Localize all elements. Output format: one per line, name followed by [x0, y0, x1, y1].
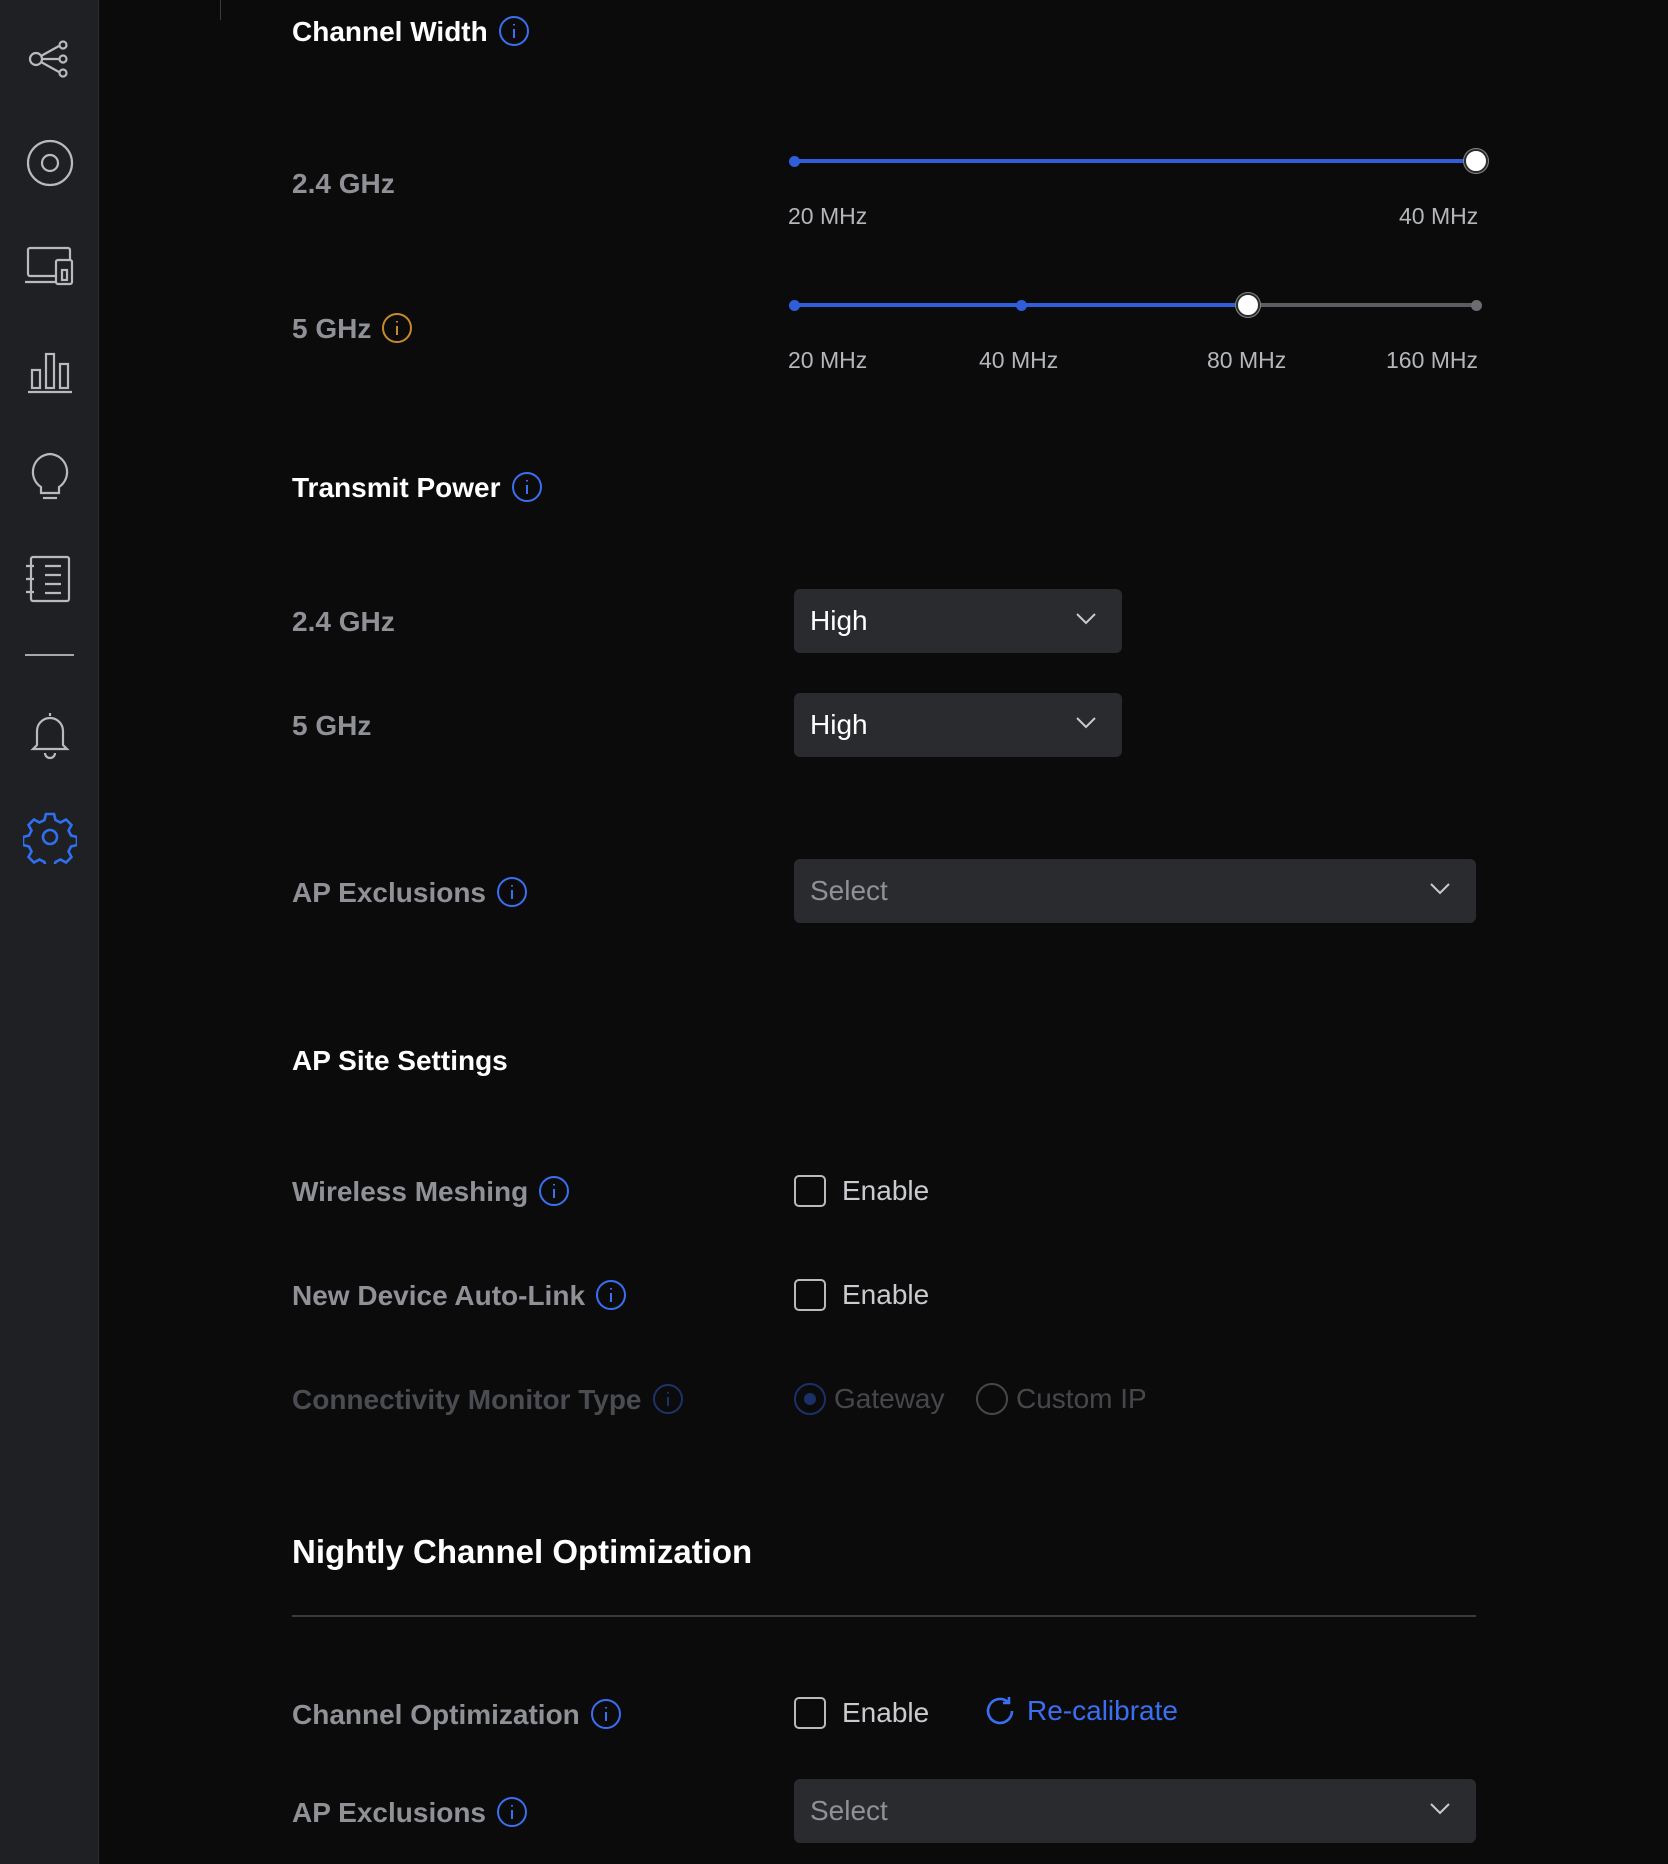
nightly-optimization-title: Nightly Channel Optimization — [292, 1533, 753, 1570]
checkbox-box[interactable] — [794, 1279, 826, 1311]
lightbulb-icon[interactable] — [21, 446, 79, 504]
radio-label: Custom IP — [1016, 1383, 1147, 1414]
bar-chart-icon[interactable] — [21, 342, 79, 400]
bell-icon[interactable] — [21, 705, 79, 763]
topology-icon[interactable] — [21, 30, 79, 88]
channel-width-5-label-text: 5 GHz — [292, 313, 372, 344]
info-icon — [652, 1383, 684, 1415]
section-divider — [292, 1615, 1476, 1617]
tick-label-20: 20 MHz — [788, 347, 868, 373]
ap-exclusions-2-select[interactable]: Select — [794, 1779, 1476, 1843]
devices-icon[interactable] — [21, 238, 79, 296]
transmit-power-title-text: Transmit Power — [292, 472, 501, 503]
chevron-down-icon — [1076, 717, 1096, 729]
tick-label-40: 40 MHz — [1399, 203, 1479, 229]
channel-optimization-label: Channel Optimization — [292, 1698, 622, 1733]
checkbox-label: Enable — [842, 1175, 930, 1206]
channel-width-5-label: 5 GHz — [292, 312, 413, 347]
checkbox-box[interactable] — [794, 1175, 826, 1207]
channel-width-24-label: 2.4 GHz — [292, 168, 395, 199]
slider-thumb[interactable] — [1464, 149, 1488, 173]
info-icon[interactable] — [595, 1279, 627, 1311]
slider-tick — [1470, 299, 1482, 311]
channel-width-title-text: Channel Width — [292, 16, 488, 47]
transmit-power-24-label: 2.4 GHz — [292, 606, 395, 637]
sidebar — [0, 0, 99, 1864]
radio-custom-ip[interactable]: Custom IP — [976, 1383, 1147, 1415]
channel-optimization-label-text: Channel Optimization — [292, 1699, 580, 1730]
info-icon[interactable] — [496, 1796, 528, 1828]
chevron-down-icon — [1430, 883, 1450, 895]
channel-optimization-checkbox[interactable]: Enable — [794, 1697, 929, 1729]
auto-link-label: New Device Auto-Link — [292, 1279, 627, 1314]
select-placeholder: Select — [810, 875, 888, 906]
ap-exclusions-label-text: AP Exclusions — [292, 877, 487, 908]
slider-fill — [794, 159, 1476, 163]
warning-info-icon[interactable] — [381, 312, 413, 344]
wireless-meshing-checkbox[interactable]: Enable — [794, 1175, 929, 1207]
ap-exclusions-label: AP Exclusions — [292, 876, 528, 911]
radio-gateway[interactable]: Gateway — [794, 1383, 945, 1415]
target-icon[interactable] — [21, 134, 79, 192]
select-value: High — [810, 605, 868, 636]
transmit-power-5-label: 5 GHz — [292, 710, 372, 741]
radio-label: Gateway — [834, 1383, 945, 1414]
ap-exclusions-2-label: AP Exclusions — [292, 1796, 528, 1831]
recalibrate-label: Re-calibrate — [1027, 1695, 1178, 1726]
checkbox-label: Enable — [842, 1279, 930, 1310]
slider-tick — [788, 299, 800, 311]
channel-width-title: Channel Width — [292, 15, 530, 50]
auto-link-label-text: New Device Auto-Link — [292, 1280, 586, 1311]
chevron-down-icon — [1076, 613, 1096, 625]
sidebar-divider — [25, 654, 74, 656]
wireless-meshing-label: Wireless Meshing — [292, 1175, 570, 1210]
gear-icon[interactable] — [21, 808, 79, 866]
select-placeholder: Select — [810, 1795, 888, 1826]
transmit-power-title: Transmit Power — [292, 471, 543, 506]
info-icon[interactable] — [496, 876, 528, 908]
info-icon[interactable] — [498, 15, 530, 47]
ap-exclusions-select[interactable]: Select — [794, 859, 1476, 923]
slider-tick — [788, 155, 800, 167]
monitor-type-label-text: Connectivity Monitor Type — [292, 1384, 642, 1415]
slider-tick — [1015, 299, 1027, 311]
checkbox-box[interactable] — [794, 1697, 826, 1729]
tick-label-160: 160 MHz — [1386, 347, 1479, 373]
log-list-icon[interactable] — [21, 550, 79, 608]
transmit-power-5-select[interactable]: High — [794, 693, 1122, 757]
auto-link-checkbox[interactable]: Enable — [794, 1279, 929, 1311]
monitor-type-label: Connectivity Monitor Type — [292, 1383, 684, 1418]
header-divider — [220, 0, 221, 20]
radio-button[interactable] — [976, 1383, 1008, 1415]
tick-label-80: 80 MHz — [1207, 347, 1287, 373]
ap-exclusions-2-label-text: AP Exclusions — [292, 1797, 487, 1828]
info-icon[interactable] — [538, 1175, 570, 1207]
select-value: High — [810, 709, 868, 740]
recalibrate-button[interactable]: Re-calibrate — [983, 1694, 1178, 1728]
info-icon[interactable] — [511, 471, 543, 503]
tick-label-40: 40 MHz — [979, 347, 1059, 373]
refresh-icon — [986, 1697, 1014, 1725]
info-icon[interactable] — [590, 1698, 622, 1730]
tick-label-20: 20 MHz — [788, 203, 868, 229]
slider-thumb[interactable] — [1236, 293, 1260, 317]
transmit-power-24-select[interactable]: High — [794, 589, 1122, 653]
radio-button[interactable] — [794, 1383, 826, 1415]
checkbox-label: Enable — [842, 1697, 930, 1728]
wireless-meshing-label-text: Wireless Meshing — [292, 1176, 529, 1207]
ap-site-settings-title: AP Site Settings — [292, 1045, 508, 1076]
chevron-down-icon — [1430, 1803, 1450, 1815]
